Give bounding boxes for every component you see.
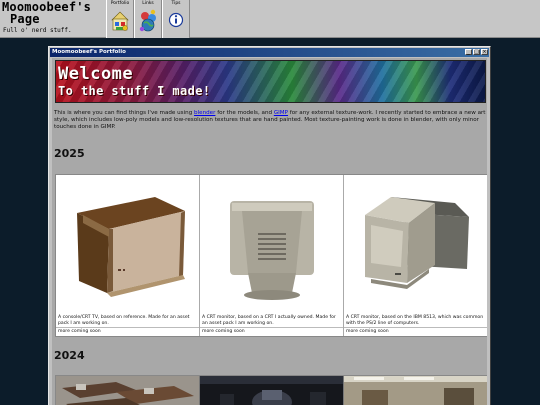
intro-text-2: for the models, and xyxy=(215,110,274,116)
item-more: more coming soon xyxy=(200,327,343,336)
desks-render xyxy=(56,376,199,405)
year-heading-2025: 2025 xyxy=(54,147,85,160)
gimp-link[interactable]: GIMP xyxy=(274,110,288,116)
item-more: more coming soon xyxy=(344,327,487,336)
nav-tips[interactable]: Tips xyxy=(162,0,190,38)
info-icon xyxy=(168,12,184,28)
maximize-button[interactable]: □ xyxy=(473,49,480,55)
item-description: A CRT monitor, based on a CRT I actually… xyxy=(202,315,336,326)
portfolio-icon xyxy=(111,11,129,31)
gallery-item[interactable] xyxy=(56,376,200,405)
minimize-button[interactable]: _ xyxy=(465,49,472,55)
banner-heading: Welcome xyxy=(58,64,134,84)
portfolio-window: Moomoobeef's Portfolio _ □ × Welcome To … xyxy=(48,46,491,405)
gallery-item[interactable] xyxy=(344,376,487,405)
dark-room-render xyxy=(200,376,343,405)
nav-tips-label: Tips xyxy=(171,1,181,6)
year-heading-2024: 2024 xyxy=(54,349,85,362)
window-title: Moomoobeef's Portfolio xyxy=(52,49,126,55)
gallery-item[interactable] xyxy=(200,376,344,405)
gallery-item[interactable]: A console/CRT TV, based on reference. Ma… xyxy=(56,175,200,336)
crt-tv-model xyxy=(76,197,185,297)
welcome-banner: Welcome To the stuff I made! xyxy=(55,60,486,103)
top-bar: Moomoobeef's Page Full o' nerd stuff. Po… xyxy=(0,0,540,38)
gallery-2025: A console/CRT TV, based on reference. Ma… xyxy=(55,174,487,337)
banner-subheading: To the stuff I made! xyxy=(58,84,211,98)
blender-link[interactable]: blender xyxy=(194,110,215,116)
gallery-item[interactable]: A CRT monitor, based on the IBM 8513, wh… xyxy=(344,175,487,336)
site-title-line2: Page xyxy=(10,12,40,26)
site-title: Moomoobeef's Page xyxy=(2,1,91,25)
nav-portfolio-label: Portfolio xyxy=(110,1,130,6)
window-content[interactable]: Welcome To the stuff I made! This is whe… xyxy=(52,58,487,405)
gallery-item[interactable]: A CRT monitor, based on a CRT I actually… xyxy=(200,175,344,336)
gallery-2024 xyxy=(55,375,487,405)
links-icon xyxy=(139,9,156,32)
window-titlebar[interactable]: Moomoobeef's Portfolio _ □ × xyxy=(50,48,489,57)
intro-paragraph: This is where you can find things I've m… xyxy=(54,110,486,130)
crt-monitor-back-model xyxy=(229,201,314,300)
office-render xyxy=(344,376,487,405)
item-description: A CRT monitor, based on the IBM 8513, wh… xyxy=(346,315,484,326)
nav-links[interactable]: Links xyxy=(134,0,162,38)
item-more: more coming soon xyxy=(56,327,199,336)
item-description: A console/CRT TV, based on reference. Ma… xyxy=(58,315,190,326)
crt-monitor-ibm-model xyxy=(364,197,469,289)
close-button[interactable]: × xyxy=(481,49,488,55)
nav-links-label: Links xyxy=(142,1,154,6)
intro-text-1: This is where you can find things I've m… xyxy=(54,110,195,116)
nav-portfolio[interactable]: Portfolio xyxy=(106,0,134,38)
site-subtitle: Full o' nerd stuff. xyxy=(3,27,72,34)
